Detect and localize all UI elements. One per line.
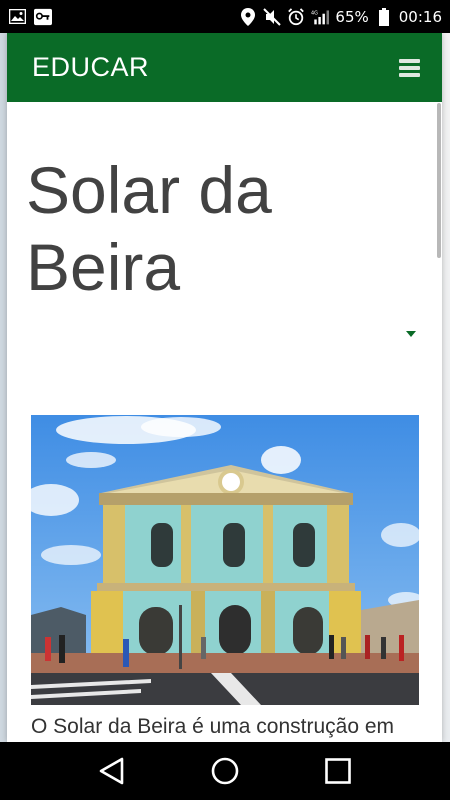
image-icon (8, 8, 26, 26)
content-card: EDUCAR Solar da Beira O Solar da Beira é… (7, 33, 442, 742)
article-body-text: O Solar da Beira é uma construção em (31, 715, 395, 738)
location-icon (239, 7, 257, 26)
status-bar: 4G 65% 00:16 (0, 0, 450, 33)
battery-percent: 65% (335, 7, 369, 26)
signal-icon: 4G (311, 8, 330, 26)
back-icon[interactable] (92, 751, 132, 791)
article-photo (31, 415, 419, 705)
status-left-icons (8, 8, 52, 26)
navigation-bar (0, 742, 450, 800)
home-icon[interactable] (205, 751, 245, 791)
status-right-icons: 4G 65% 00:16 (239, 7, 442, 26)
vpn-key-icon (34, 8, 52, 26)
mute-icon (263, 7, 282, 26)
dropdown-caret-icon[interactable] (406, 331, 416, 337)
status-time: 00:16 (398, 7, 442, 26)
svg-text:4G: 4G (311, 10, 318, 16)
battery-icon (375, 7, 393, 26)
hamburger-menu-icon[interactable] (399, 58, 420, 77)
alarm-icon (287, 7, 305, 26)
webview: EDUCAR Solar da Beira O Solar da Beira é… (0, 33, 450, 742)
app-header: EDUCAR (7, 33, 442, 102)
page-title: Solar da Beira (26, 153, 272, 305)
scrollbar-thumb[interactable] (437, 103, 441, 258)
recents-icon[interactable] (318, 751, 358, 791)
brand-logo[interactable]: EDUCAR (32, 52, 149, 83)
